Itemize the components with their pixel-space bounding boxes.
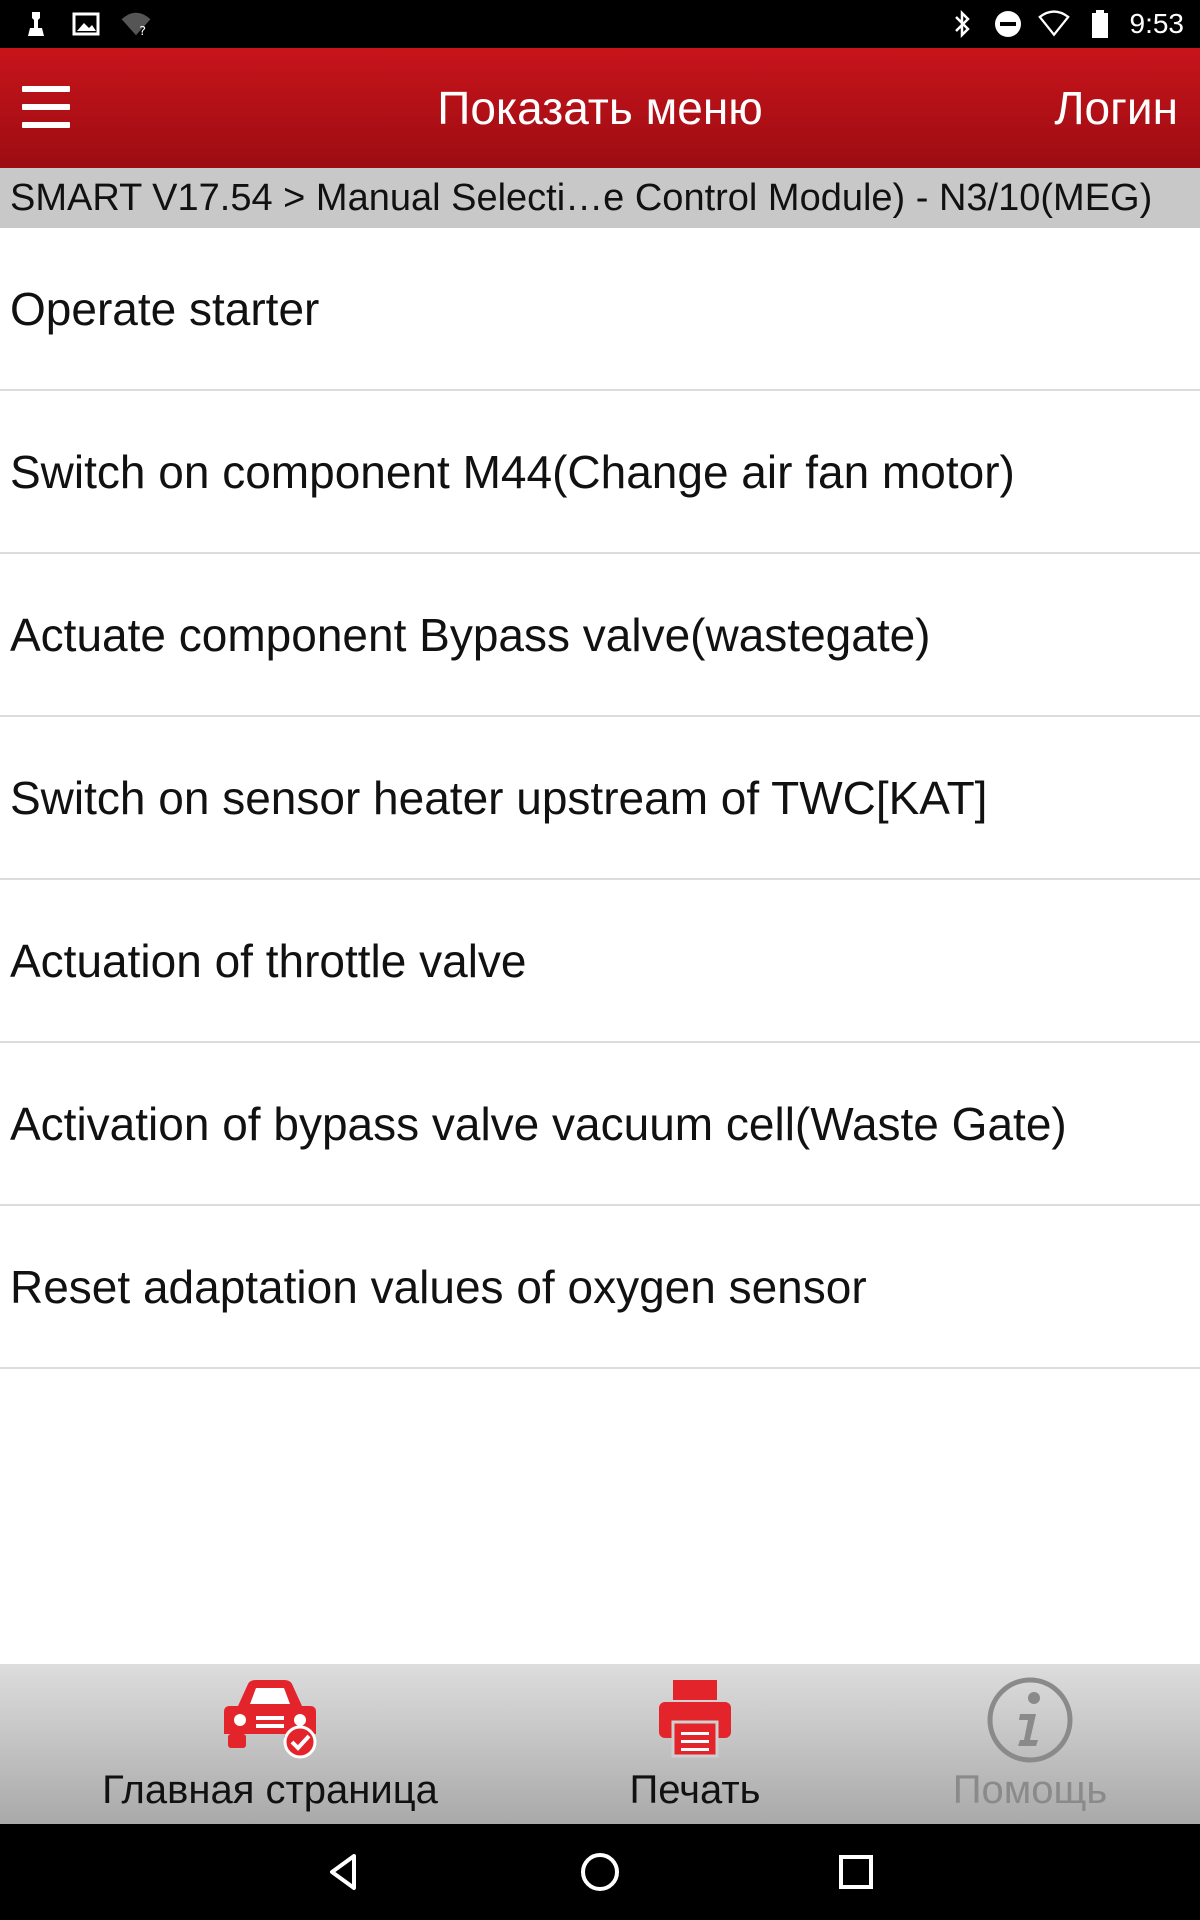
wifi-unknown-icon: ? bbox=[121, 12, 151, 39]
list-item[interactable]: Switch on component M44(Change air fan m… bbox=[0, 391, 1200, 554]
status-bar: ? 9:53 bbox=[0, 0, 1200, 48]
back-triangle-icon[interactable] bbox=[320, 1848, 368, 1896]
list-item[interactable]: Operate starter bbox=[0, 228, 1200, 391]
list-item-label: Activation of bypass valve vacuum cell(W… bbox=[10, 1097, 1067, 1150]
list-item[interactable]: Switch on sensor heater upstream of TWC[… bbox=[0, 717, 1200, 880]
function-list: Operate starter Switch on component M44(… bbox=[0, 228, 1200, 1369]
home-page-button[interactable]: Главная страница bbox=[60, 1664, 480, 1824]
svg-text:?: ? bbox=[139, 24, 146, 39]
bluetooth-icon bbox=[954, 9, 970, 39]
list-item-label: Switch on sensor heater upstream of TWC[… bbox=[10, 771, 988, 824]
list-item[interactable]: Activation of bypass valve vacuum cell(W… bbox=[0, 1043, 1200, 1206]
list-item[interactable]: Reset adaptation values of oxygen sensor bbox=[0, 1206, 1200, 1369]
print-button[interactable]: Печать bbox=[560, 1664, 830, 1824]
login-button[interactable]: Логин bbox=[1054, 48, 1178, 168]
list-item-label: Operate starter bbox=[10, 282, 320, 335]
bottom-toolbar: Главная страница Печать Помощь bbox=[0, 1664, 1200, 1824]
do-not-disturb-icon bbox=[994, 11, 1021, 37]
app-header: Показать меню Логин bbox=[0, 48, 1200, 168]
list-item-label: Actuate component Bypass valve(wastegate… bbox=[10, 608, 931, 661]
print-label: Печать bbox=[629, 1768, 761, 1812]
battery-icon bbox=[1091, 10, 1108, 38]
list-item-label: Switch on component M44(Change air fan m… bbox=[10, 445, 1015, 498]
clock: 9:53 bbox=[1129, 8, 1185, 39]
help-button[interactable]: Помощь bbox=[900, 1664, 1160, 1824]
notification-icon bbox=[28, 12, 44, 36]
home-circle-icon[interactable] bbox=[576, 1848, 624, 1896]
navigation-bar bbox=[0, 1824, 1200, 1920]
home-page-label: Главная страница bbox=[102, 1768, 438, 1812]
list-item-label: Actuation of throttle valve bbox=[10, 934, 527, 987]
image-icon bbox=[72, 12, 100, 36]
list-item-label: Reset adaptation values of oxygen sensor bbox=[10, 1260, 867, 1313]
recents-square-icon[interactable] bbox=[832, 1848, 880, 1896]
signal-icon bbox=[1037, 10, 1070, 37]
info-icon bbox=[987, 1677, 1073, 1763]
breadcrumb: SMART V17.54 > Manual Selecti…e Control … bbox=[0, 168, 1200, 228]
page-title[interactable]: Показать меню bbox=[0, 48, 1200, 168]
car-check-icon bbox=[224, 1680, 317, 1759]
printer-icon bbox=[659, 1680, 731, 1758]
help-label: Помощь bbox=[952, 1768, 1108, 1812]
list-item[interactable]: Actuation of throttle valve bbox=[0, 880, 1200, 1043]
list-item[interactable]: Actuate component Bypass valve(wastegate… bbox=[0, 554, 1200, 717]
